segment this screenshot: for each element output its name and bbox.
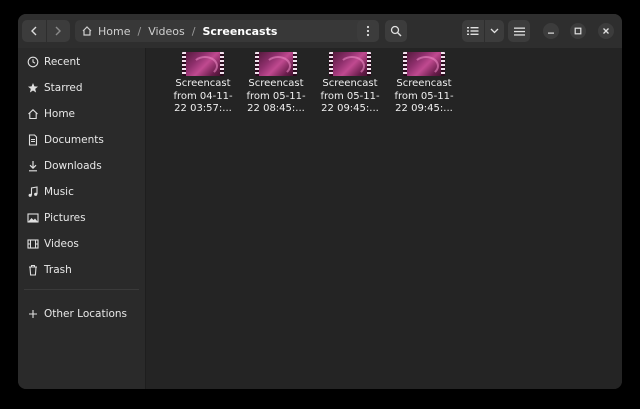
breadcrumb-videos[interactable]: Videos <box>148 25 185 38</box>
sidebar-item-videos[interactable]: Videos <box>18 232 145 256</box>
document-icon <box>27 134 39 146</box>
close-icon <box>603 28 609 34</box>
sidebar-item-downloads[interactable]: Downloads <box>18 154 145 178</box>
list-view-button[interactable] <box>462 20 484 42</box>
sidebar-item-recent[interactable]: Recent <box>18 50 145 74</box>
file-manager-window: Home / Videos / Screencasts Recent Starr… <box>18 14 622 389</box>
folder-menu-button[interactable] <box>357 20 379 42</box>
clock-icon <box>27 56 39 68</box>
sidebar-item-label: Other Locations <box>44 308 128 320</box>
breadcrumb-home[interactable]: Home <box>98 25 130 38</box>
breadcrumb-separator: / <box>137 24 142 38</box>
chevron-down-icon <box>490 28 499 34</box>
navigation-buttons <box>22 20 70 42</box>
sidebar-item-label: Starred <box>44 82 83 94</box>
vertical-dots-icon <box>366 25 370 37</box>
home-icon <box>81 25 93 37</box>
file-name: Screencast from 05-11- 22 09:45:... <box>394 78 454 114</box>
list-view-icon <box>467 27 479 35</box>
file-item[interactable]: Screencast from 05-11- 22 08:45:... <box>243 52 309 116</box>
home-icon <box>27 108 39 120</box>
forward-button[interactable] <box>47 20 71 42</box>
file-name: Screencast from 05-11- 22 09:45:... <box>320 78 380 114</box>
file-view: Screencast from 04-11- 22 03:57:... Scre… <box>146 48 622 389</box>
sidebar-item-label: Recent <box>44 56 81 68</box>
close-button[interactable] <box>598 23 614 39</box>
video-thumbnail <box>329 52 371 76</box>
sidebar-item-other-locations[interactable]: Other Locations <box>18 302 145 326</box>
trash-icon <box>27 264 39 276</box>
film-icon <box>27 238 39 250</box>
maximize-button[interactable] <box>570 23 586 39</box>
file-name: Screencast from 05-11- 22 08:45:... <box>246 78 306 114</box>
sidebar-item-trash[interactable]: Trash <box>18 258 145 282</box>
sidebar-item-label: Videos <box>44 238 79 250</box>
sidebar-separator <box>24 289 139 290</box>
music-note-icon <box>27 186 39 198</box>
search-button[interactable] <box>385 20 407 42</box>
video-thumbnail <box>255 52 297 76</box>
file-item[interactable]: Screencast from 05-11- 22 09:45:... <box>391 52 457 116</box>
breadcrumb-screencasts[interactable]: Screencasts <box>202 25 277 38</box>
hamburger-icon <box>513 27 525 36</box>
sidebar-item-label: Downloads <box>44 160 102 172</box>
maximize-icon <box>574 27 582 35</box>
file-item[interactable]: Screencast from 05-11- 22 09:45:... <box>317 52 383 116</box>
star-icon <box>27 82 39 94</box>
view-options-dropdown[interactable] <box>485 20 504 42</box>
sidebar-item-documents[interactable]: Documents <box>18 128 145 152</box>
sidebar-item-label: Music <box>44 186 74 198</box>
sidebar-item-pictures[interactable]: Pictures <box>18 206 145 230</box>
places-sidebar: Recent Starred Home Documents Downloads … <box>18 48 146 389</box>
minimize-icon <box>548 32 554 34</box>
sidebar-item-label: Home <box>44 108 76 120</box>
chevron-right-icon <box>55 26 62 36</box>
path-bar: Home / Videos / Screencasts <box>75 20 379 42</box>
plus-icon <box>27 308 39 320</box>
sidebar-item-label: Pictures <box>44 212 86 224</box>
chevron-left-icon <box>30 26 37 36</box>
sidebar-item-home[interactable]: Home <box>18 102 145 126</box>
search-icon <box>390 25 402 37</box>
file-name: Screencast from 04-11- 22 03:57:... <box>173 78 233 114</box>
sidebar-item-starred[interactable]: Starred <box>18 76 145 100</box>
video-thumbnail <box>182 52 224 76</box>
breadcrumb-separator: / <box>191 24 196 38</box>
sidebar-item-label: Documents <box>44 134 104 146</box>
minimize-button[interactable] <box>543 23 559 39</box>
file-item[interactable]: Screencast from 04-11- 22 03:57:... <box>170 52 236 116</box>
main-menu-button[interactable] <box>508 20 530 42</box>
sidebar-item-music[interactable]: Music <box>18 180 145 204</box>
image-icon <box>27 212 39 224</box>
download-icon <box>27 160 39 172</box>
video-thumbnail <box>403 52 445 76</box>
sidebar-item-label: Trash <box>44 264 72 276</box>
header-bar: Home / Videos / Screencasts <box>18 14 622 48</box>
view-toggle-group <box>462 20 504 42</box>
back-button[interactable] <box>22 20 46 42</box>
